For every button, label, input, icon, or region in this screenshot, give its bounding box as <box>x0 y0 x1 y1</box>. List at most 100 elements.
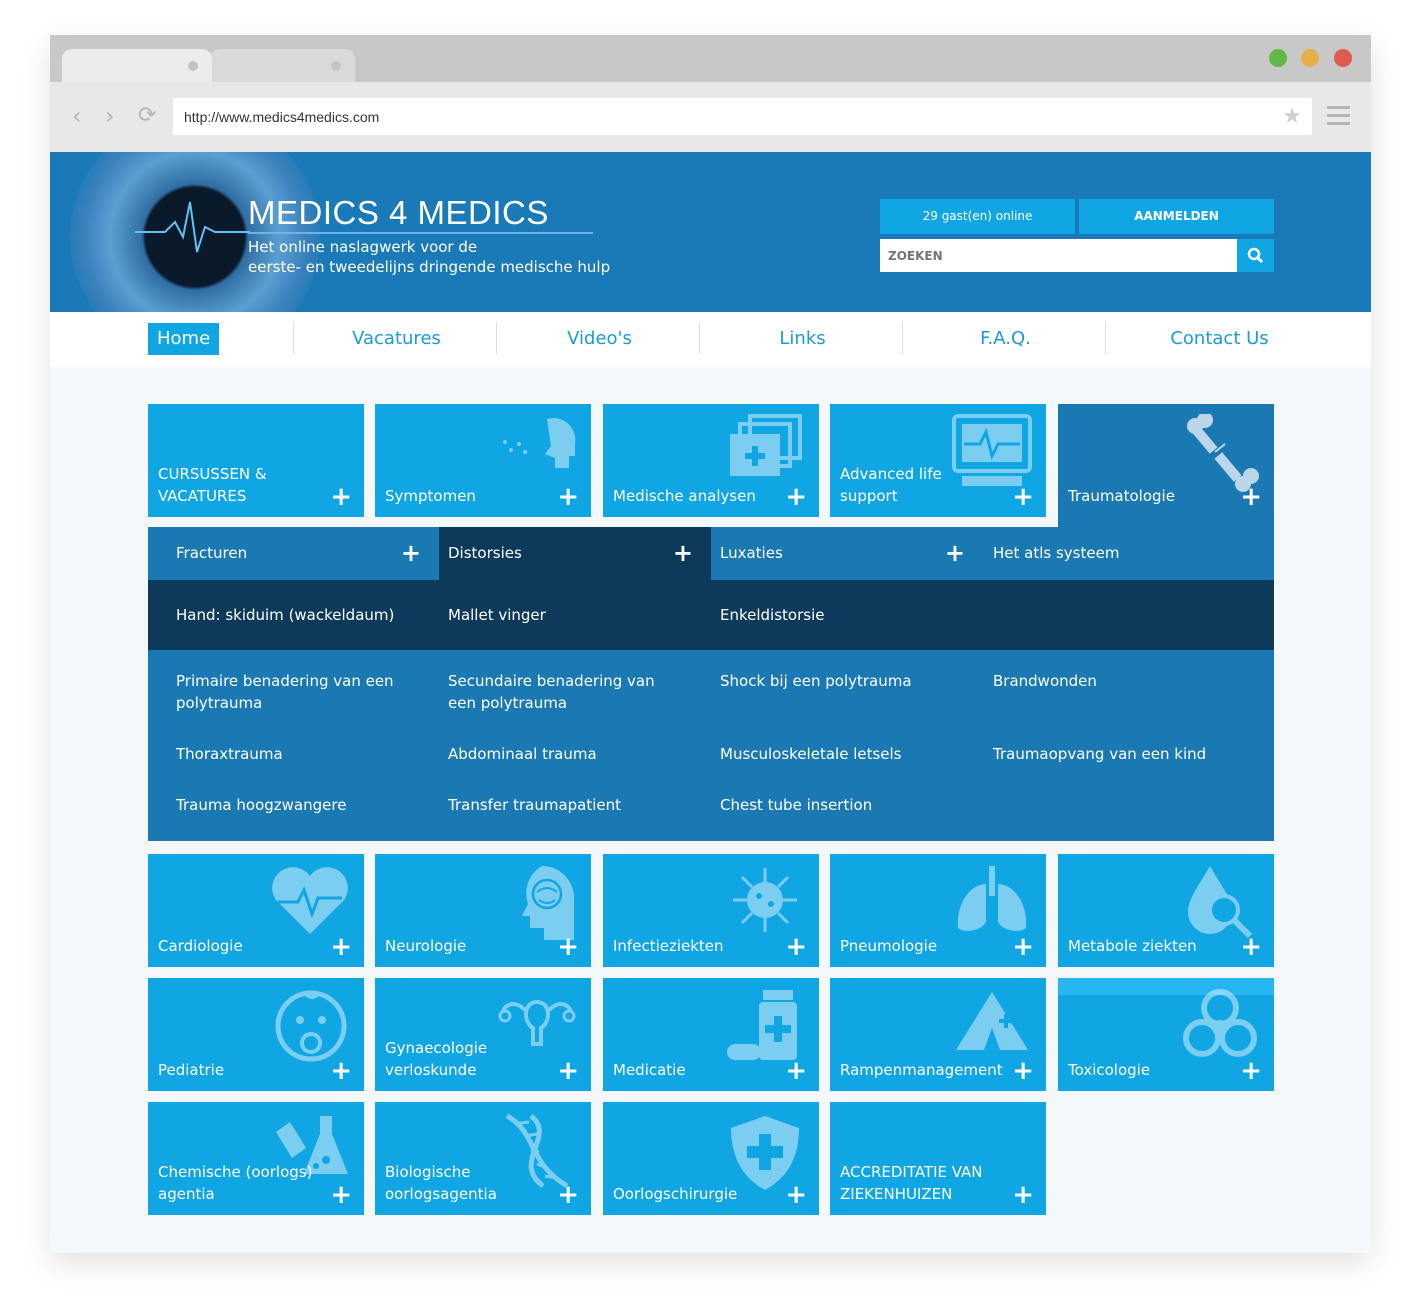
login-button[interactable]: AANMELDEN <box>1079 199 1274 234</box>
submenu-link[interactable]: Chest tube insertion <box>720 794 960 816</box>
minimize-button[interactable] <box>1301 49 1319 67</box>
submenu-link[interactable]: Mallet vinger <box>448 604 688 626</box>
tile-medische-analysen[interactable]: Medische analysen + <box>603 404 819 517</box>
plus-icon: + <box>1240 932 1262 962</box>
submenu-link[interactable]: Abdominaal trauma <box>448 743 688 765</box>
submenu-link[interactable]: Enkeldistorsie <box>720 604 960 626</box>
tile-cursussen-vacatures[interactable]: CURSUSSEN & VACATURES + <box>148 404 364 517</box>
submenu-link[interactable]: Musculoskeletale letsels <box>720 743 960 765</box>
tile-traumatologie[interactable]: Traumatologie + <box>1058 404 1274 528</box>
brain-head-icon <box>507 864 577 942</box>
logo-subtitle-line1: Het online naslagwerk voor de <box>248 238 478 256</box>
subtab-label: Fracturen <box>176 544 248 562</box>
browser-tab-2[interactable] <box>210 49 355 82</box>
tile-pediatrie[interactable]: Pediatrie + <box>148 978 364 1091</box>
submenu-link[interactable]: Brandwonden <box>993 670 1233 692</box>
tile-accreditatie[interactable]: ACCREDITATIE VAN ZIEKENHUIZEN + <box>830 1102 1046 1215</box>
submenu-link[interactable]: Transfer traumapatient <box>448 794 688 816</box>
tile-pneumologie[interactable]: Pneumologie + <box>830 854 1046 967</box>
bookmark-star-icon[interactable]: ★ <box>1282 104 1302 129</box>
tile-metabole-ziekten[interactable]: Metabole ziekten + <box>1058 854 1274 967</box>
plus-icon: + <box>1012 1180 1034 1210</box>
tile-infectieziekten[interactable]: Infectieziekten + <box>603 854 819 967</box>
subtab-label: Distorsies <box>448 544 522 562</box>
plus-icon: + <box>1012 1056 1034 1086</box>
tile-advanced-life-support[interactable]: Advanced life support + <box>830 404 1046 517</box>
plus-icon: + <box>557 482 579 512</box>
logo-underline <box>248 232 593 234</box>
plus-icon[interactable]: + <box>673 527 693 580</box>
nav-item-home[interactable]: Home <box>148 323 220 355</box>
subtab-luxaties[interactable]: Luxaties + <box>711 527 983 580</box>
tile-oorlogschirurgie[interactable]: Oorlogschirurgie + <box>603 1102 819 1215</box>
tile-gynaecologie[interactable]: Gynaecologie verloskunde + <box>375 978 591 1091</box>
nav-separator <box>293 322 294 354</box>
subtab-label: Luxaties <box>720 544 783 562</box>
medical-folders-icon <box>725 414 805 479</box>
tile-label: Pediatrie <box>158 1061 225 1079</box>
plus-icon: + <box>1012 482 1034 512</box>
plus-icon: + <box>1240 482 1262 512</box>
submenu-link[interactable]: Primaire benadering van een polytrauma <box>176 670 401 714</box>
logo-subtitle: Het online naslagwerk voor de eerste- en… <box>248 237 628 277</box>
tile-label: CURSUSSEN & VACATURES <box>158 465 267 505</box>
tab-close-dot[interactable] <box>331 61 341 71</box>
plus-icon: + <box>1240 1056 1262 1086</box>
nav-separator <box>1105 322 1106 354</box>
subtab-label: Het atls systeem <box>993 544 1120 562</box>
plus-icon: + <box>330 482 352 512</box>
nav-item-contact[interactable]: Contact Us <box>1107 323 1332 355</box>
logo-title[interactable]: MEDICS 4 MEDICS <box>248 194 549 232</box>
browser-tab-1[interactable] <box>62 49 212 82</box>
tab-close-dot[interactable] <box>188 61 198 71</box>
tile-rampenmanagement[interactable]: Rampenmanagement + <box>830 978 1046 1091</box>
tile-label: Neurologie <box>385 937 467 955</box>
plus-icon[interactable]: + <box>401 527 421 580</box>
browser-menu-icon[interactable] <box>1327 106 1350 130</box>
forward-icon[interactable]: › <box>105 104 115 128</box>
address-bar[interactable]: http://www.medics4medics.com ★ <box>173 98 1312 135</box>
tile-medicatie[interactable]: Medicatie + <box>603 978 819 1091</box>
tile-symptomen[interactable]: Symptomen + <box>375 404 591 517</box>
nav-item-faq[interactable]: F.A.Q. <box>904 323 1107 355</box>
tile-label: Chemische (oorlogs) agentia <box>158 1163 313 1203</box>
close-window-button[interactable] <box>1334 49 1352 67</box>
submenu-link[interactable]: Hand: skiduim (wackeldaum) <box>176 604 416 626</box>
search-button[interactable] <box>1237 239 1274 272</box>
plus-icon: + <box>1012 932 1034 962</box>
submenu-link[interactable]: Traumaopvang van een kind <box>993 743 1233 765</box>
virus-icon <box>725 864 805 936</box>
cough-head-icon <box>497 414 577 474</box>
back-icon[interactable]: ‹ <box>72 104 82 128</box>
subtab-distorsies[interactable]: Distorsies + <box>439 527 711 580</box>
tile-label: Biologische oorlogsagentia <box>385 1163 497 1203</box>
tile-chemische-agentia[interactable]: Chemische (oorlogs) agentia + <box>148 1102 364 1215</box>
nav-item-videos[interactable]: Video's <box>498 323 701 355</box>
search-input[interactable] <box>880 239 1237 272</box>
tile-label: Metabole ziekten <box>1068 937 1197 955</box>
tile-neurologie[interactable]: Neurologie + <box>375 854 591 967</box>
tile-biologische-agentia[interactable]: Biologische oorlogsagentia + <box>375 1102 591 1215</box>
maximize-button[interactable] <box>1269 49 1287 67</box>
reload-icon[interactable]: ⟳ <box>138 104 156 128</box>
subtab-atls[interactable]: Het atls systeem <box>983 527 1274 580</box>
tile-label: Pneumologie <box>840 937 938 955</box>
submenu-link[interactable]: Shock bij een polytrauma <box>720 670 960 692</box>
plus-icon: + <box>557 1056 579 1086</box>
search-icon <box>1247 247 1264 264</box>
heart-icon <box>270 864 350 936</box>
subtab-fracturen[interactable]: Fracturen + <box>148 527 439 580</box>
submenu-link[interactable]: Trauma hoogzwangere <box>176 794 416 816</box>
plus-icon: + <box>557 932 579 962</box>
tile-cardiologie[interactable]: Cardiologie + <box>148 854 364 967</box>
nav-item-links[interactable]: Links <box>701 323 904 355</box>
nav-item-vacatures[interactable]: Vacatures <box>295 323 498 355</box>
tent-icon <box>952 988 1032 1053</box>
plus-icon[interactable]: + <box>945 527 965 580</box>
submenu-link[interactable]: Secundaire benadering van een polytrauma <box>448 670 683 714</box>
tile-toxicologie[interactable]: Toxicologie + <box>1058 978 1274 1091</box>
tile-label: ACCREDITATIE VAN ZIEKENHUIZEN <box>840 1163 983 1203</box>
logo-subtitle-line2: eerste- en tweedelijns dringende medisch… <box>248 258 611 276</box>
submenu-link[interactable]: Thoraxtrauma <box>176 743 416 765</box>
plus-icon: + <box>330 932 352 962</box>
